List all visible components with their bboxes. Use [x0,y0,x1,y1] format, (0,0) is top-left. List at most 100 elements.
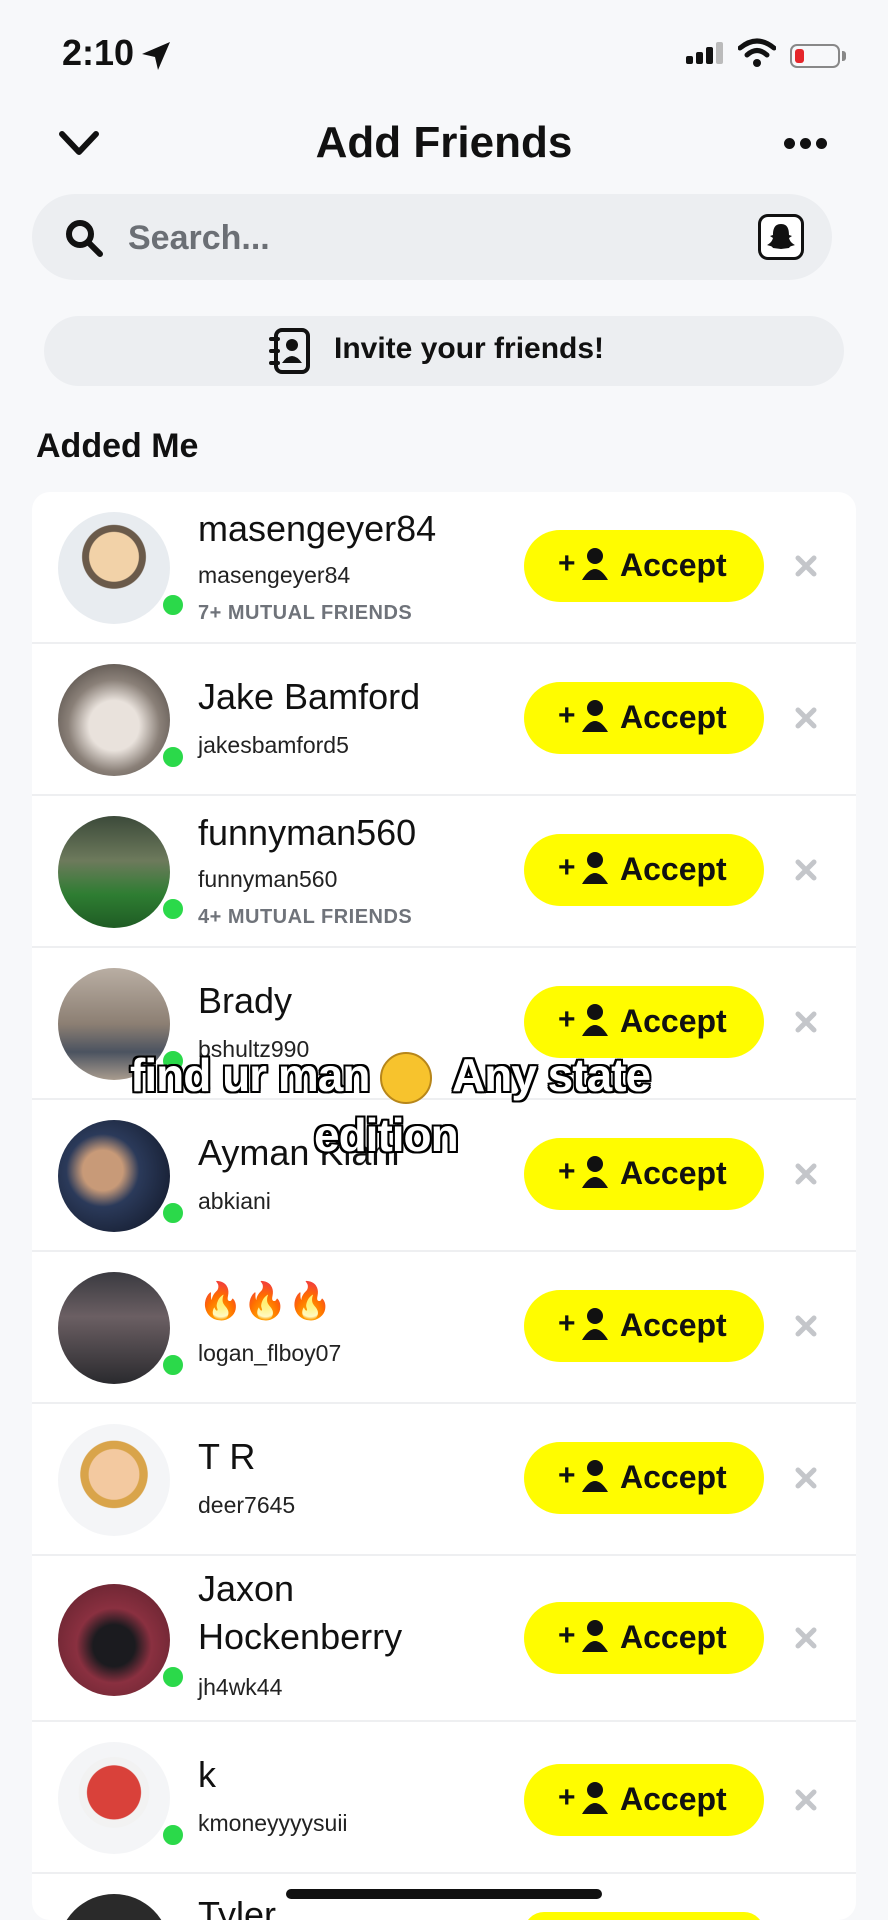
display-name: Jake Bamford [198,676,421,717]
display-name: Brady [198,980,293,1021]
search-icon [66,220,103,257]
username: logan_flboy07 [198,1340,342,1366]
person-icon [582,1004,608,1036]
plus-sign: + [558,1459,576,1492]
online-indicator [160,1822,186,1848]
avatar [58,816,170,928]
display-name: 🔥🔥🔥 [198,1280,333,1321]
online-indicator [160,592,186,618]
section-title: Added Me [36,427,199,465]
list-item[interactable]: Jake Bamford jakesbamford5 + Accept [32,644,856,796]
close-icon[interactable] [790,1462,822,1494]
username: abkiani [198,1188,271,1214]
list-item[interactable]: masengeyer84 masengeyer84 7+ MUTUAL FRIE… [32,492,856,644]
plus-sign: + [558,851,576,884]
accept-button[interactable]: + Accept [524,530,764,602]
display-name: masengeyer84 [198,508,437,549]
cellular-signal-icon [686,42,726,64]
list-item[interactable]: k kmoneyyyysuii + Accept [32,1722,856,1874]
plus-sign: + [558,1155,576,1188]
snapcode-button[interactable] [758,214,804,260]
close-icon[interactable] [790,1784,822,1816]
accept-label: Accept [620,1459,727,1495]
search-input[interactable] [126,214,610,262]
username: jakesbamford5 [198,732,349,758]
avatar [58,1424,170,1536]
online-indicator [160,1664,186,1690]
close-icon[interactable] [790,702,822,734]
username: masengeyer84 [198,562,351,588]
battery-nub [842,51,846,61]
battery-icon [790,44,840,68]
display-name: k [198,1754,216,1795]
person-icon [582,1308,608,1340]
person-icon [582,1782,608,1814]
mutual-friends: 4+ MUTUAL FRIENDS [198,906,413,928]
close-icon[interactable] [790,1006,822,1038]
home-indicator [286,1889,602,1899]
avatar [58,512,170,624]
accept-button[interactable]: + Accept [524,682,764,754]
plus-sign: + [558,547,576,580]
online-indicator [160,896,186,922]
list-item[interactable]: T R deer7645 + Accept [32,1404,856,1556]
more-options-icon[interactable] [784,136,832,154]
username: funnyman560 [198,866,338,892]
invite-friends-label: Invite your friends! [334,332,605,365]
accept-button[interactable] [524,1912,764,1920]
username: jh4wk44 [198,1674,283,1700]
list-item[interactable]: Jaxon Hockenberry jh4wk44 + Accept [32,1556,856,1722]
username: deer7645 [198,1492,296,1518]
avatar [58,664,170,776]
accept-label: Accept [620,1619,727,1655]
list-item[interactable]: 🔥🔥🔥 logan_flboy07 + Accept [32,1252,856,1404]
username: kmoneyyyysuii [198,1810,348,1836]
display-name: funnyman560 [198,812,417,853]
accept-label: Accept [620,1781,727,1817]
accept-button[interactable]: + Accept [524,1442,764,1514]
person-icon [582,852,608,884]
person-icon [582,1156,608,1188]
person-icon [582,548,608,580]
caption-line1b: Any state [452,1049,651,1101]
avatar [58,1584,170,1696]
shushing-face-emoji [380,1052,432,1104]
page-title: Add Friends [315,118,573,167]
plus-sign: + [558,1307,576,1340]
online-indicator [160,1352,186,1378]
list-item[interactable]: funnyman560 funnyman560 4+ MUTUAL FRIEND… [32,796,856,948]
display-name-line1: Jaxon [198,1568,295,1609]
close-icon[interactable] [790,1622,822,1654]
person-icon [582,700,608,732]
accept-button[interactable]: + Accept [524,1138,764,1210]
online-indicator [160,744,186,770]
close-icon[interactable] [790,1310,822,1342]
avatar [58,1120,170,1232]
accept-label: Accept [620,1307,727,1343]
close-icon[interactable] [790,854,822,886]
avatar [58,1272,170,1384]
accept-button[interactable]: + Accept [524,1290,764,1362]
plus-sign: + [558,699,576,732]
close-icon[interactable] [790,1158,822,1190]
close-icon[interactable] [790,550,822,582]
accept-label: Accept [620,1003,727,1039]
avatar [58,1742,170,1854]
display-name: T R [198,1436,256,1477]
location-arrow-icon [142,42,170,70]
accept-button[interactable]: + Accept [524,834,764,906]
mutual-friends: 7+ MUTUAL FRIENDS [198,602,413,624]
accept-button[interactable]: + Accept [524,1602,764,1674]
accept-label: Accept [620,1155,727,1191]
accept-label: Accept [620,699,727,735]
accept-button[interactable]: + Accept [524,1764,764,1836]
person-icon [582,1620,608,1652]
wifi-icon [738,38,776,67]
plus-sign: + [558,1619,576,1652]
avatar [58,1894,170,1920]
display-name-line2: Hockenberry [198,1616,403,1657]
accept-label: Accept [620,851,727,887]
display-name: Tyler [198,1894,277,1920]
person-icon [582,1460,608,1492]
status-time: 2:10 [62,32,135,73]
